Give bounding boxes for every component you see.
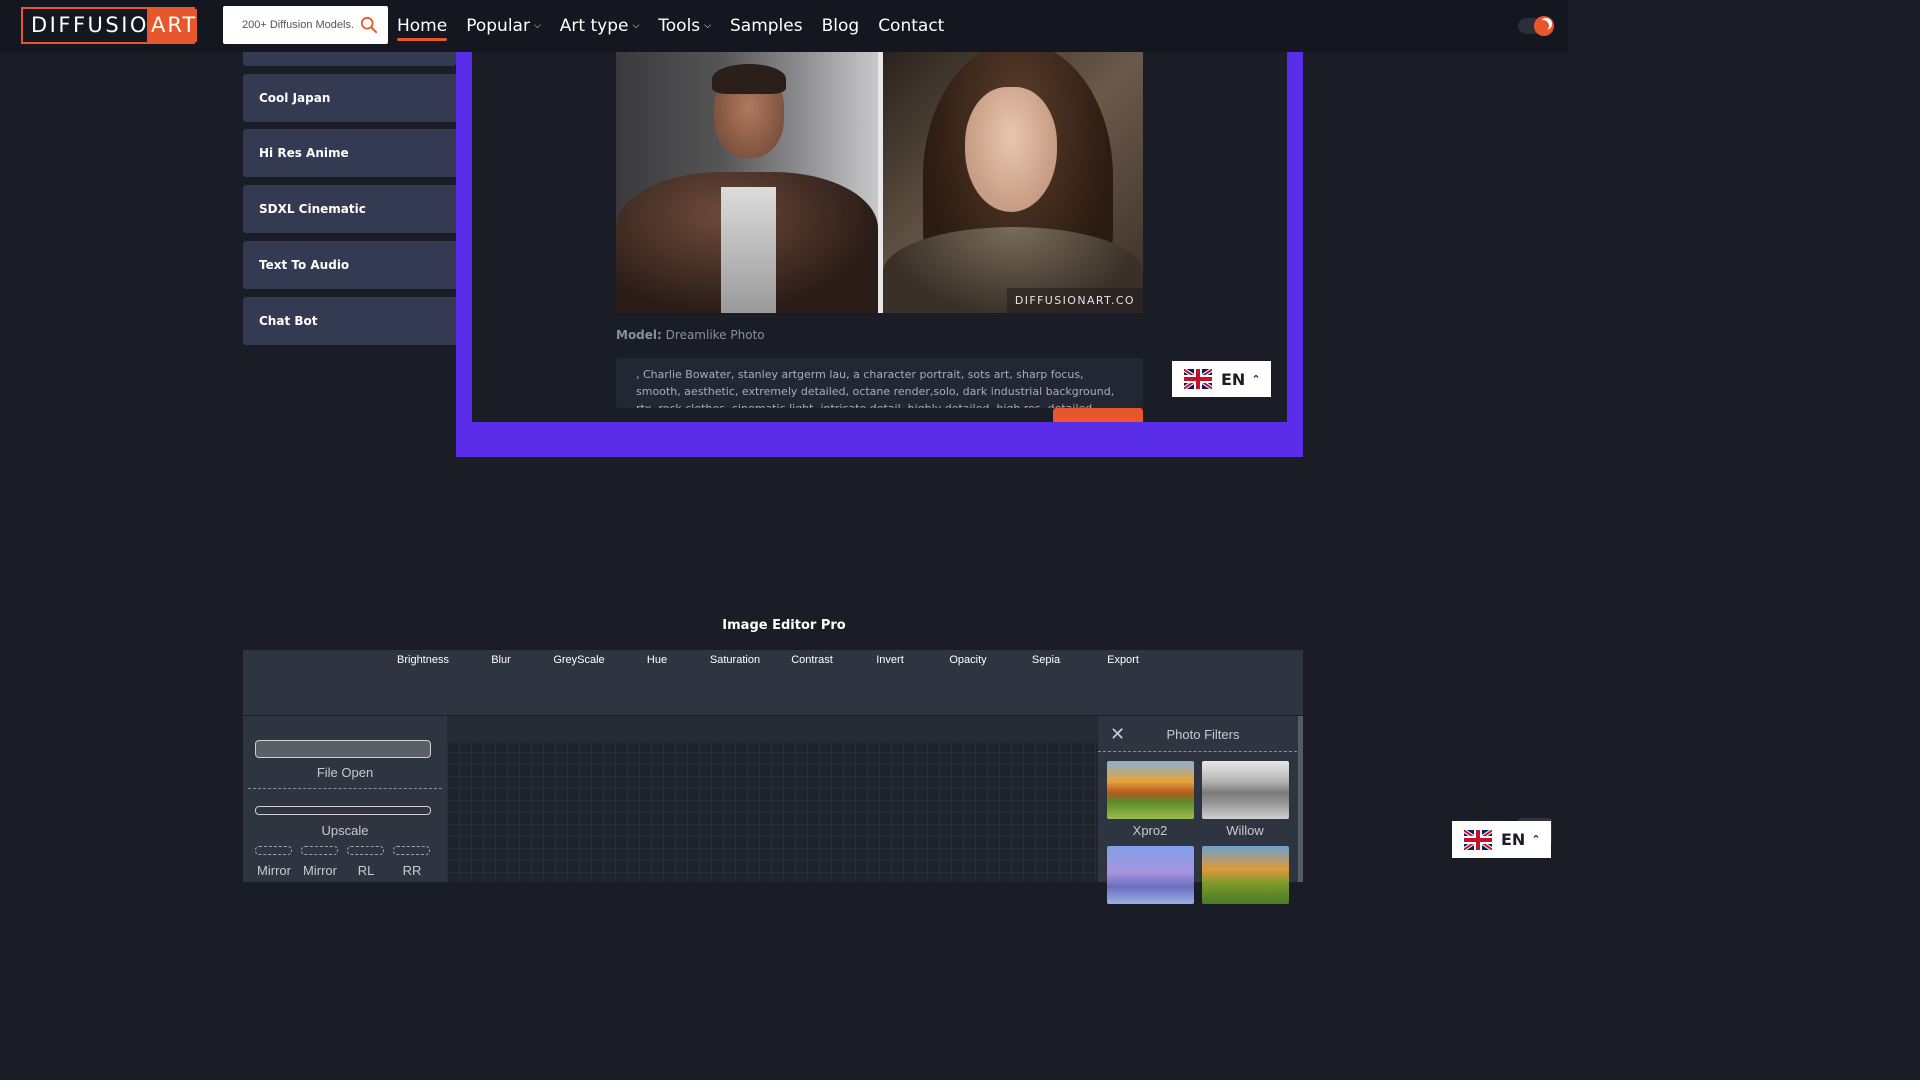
tool-brightness[interactable]: Brightness bbox=[397, 654, 449, 666]
site-logo[interactable]: DIFFUSION ART bbox=[21, 7, 198, 44]
editor-toolbar: Brightness Blur GreyScale Hue Saturation… bbox=[243, 650, 1303, 715]
nav-tools[interactable]: Tools ⌵ bbox=[658, 11, 711, 41]
dark-mode-toggle[interactable] bbox=[1518, 16, 1554, 36]
search-input[interactable] bbox=[223, 6, 353, 44]
upscale-label: Upscale bbox=[321, 823, 369, 838]
language-code: EN bbox=[1501, 830, 1526, 849]
nav-popular-label: Popular bbox=[466, 16, 530, 36]
logo-text-art: ART bbox=[147, 9, 198, 42]
model-search bbox=[223, 6, 388, 44]
floating-language-selector[interactable]: EN ⌃ bbox=[1452, 821, 1551, 858]
chevron-down-icon: ⌵ bbox=[533, 21, 541, 31]
generate-button[interactable] bbox=[1053, 408, 1143, 422]
tool-saturation[interactable]: Saturation bbox=[710, 654, 760, 666]
search-icon[interactable] bbox=[360, 16, 378, 34]
filter-willow-label: Willow bbox=[1226, 823, 1264, 838]
file-open-button[interactable] bbox=[255, 740, 431, 758]
rotate-left-button[interactable] bbox=[347, 846, 384, 855]
filters-scrollbar[interactable] bbox=[1298, 716, 1303, 882]
sidebar-item-sdxl-cinematic[interactable]: SDXL Cinematic bbox=[243, 185, 456, 233]
nav-home[interactable]: Home bbox=[397, 11, 448, 41]
filter-willow-thumbnail[interactable] bbox=[1202, 761, 1289, 819]
main-nav: Home Popular ⌵ Art type ⌵ Tools ⌵ Samples B… bbox=[397, 0, 963, 52]
sidebar-item-partial[interactable] bbox=[243, 52, 456, 66]
navbar: DIFFUSION ART Home Popular⌵ Art type⌵ To… bbox=[0, 0, 1568, 52]
tool-contrast[interactable]: Contrast bbox=[791, 654, 833, 666]
language-code: EN bbox=[1221, 369, 1246, 389]
chevron-up-icon: ⌃ bbox=[1251, 372, 1261, 386]
uk-flag-icon bbox=[1464, 829, 1492, 850]
nav-contact[interactable]: Contact bbox=[878, 11, 944, 41]
mirror-horizontal-button[interactable] bbox=[255, 846, 292, 855]
uk-flag-icon bbox=[1184, 369, 1212, 389]
nav-contact-label: Contact bbox=[878, 16, 945, 36]
nav-home-label: Home bbox=[397, 16, 448, 36]
tool-sepia[interactable]: Sepia bbox=[1032, 654, 1060, 666]
tool-blur[interactable]: Blur bbox=[491, 654, 511, 666]
nav-blog[interactable]: Blog bbox=[822, 11, 860, 41]
upscale-button[interactable] bbox=[255, 806, 431, 815]
sidebar-item-text-to-audio[interactable]: Text To Audio bbox=[243, 241, 456, 289]
close-icon[interactable]: ✕ bbox=[1110, 724, 1125, 745]
model-name: Dreamlike Photo bbox=[665, 328, 765, 342]
chevron-down-icon: ⌵ bbox=[632, 21, 640, 31]
moon-icon bbox=[1540, 18, 1552, 30]
tool-export[interactable]: Export bbox=[1107, 654, 1139, 666]
tool-opacity[interactable]: Opacity bbox=[949, 654, 986, 666]
file-open-label: File Open bbox=[316, 765, 374, 780]
filters-title: Photo Filters bbox=[1166, 727, 1240, 742]
filter-xpro2-label: Xpro2 bbox=[1132, 823, 1168, 838]
sidebar-item-cool-japan[interactable]: Cool Japan bbox=[243, 74, 456, 122]
tool-invert[interactable]: Invert bbox=[876, 654, 904, 666]
rotate-left-label: RL bbox=[357, 863, 375, 878]
sample-image-woman: DIFFUSIONART.CO bbox=[883, 52, 1143, 313]
editor-left-panel: File Open Upscale Mirror Mirror RL RR bbox=[243, 716, 447, 882]
nav-samples[interactable]: Samples bbox=[730, 11, 803, 41]
editor-title: Image Editor Pro bbox=[722, 618, 846, 633]
filter-thumbnail[interactable] bbox=[1107, 846, 1194, 904]
filters-header: ✕ Photo Filters bbox=[1098, 716, 1297, 752]
nav-tools-label: Tools bbox=[658, 16, 701, 36]
mirror-vertical-label: Mirror bbox=[303, 863, 337, 878]
rotate-right-button[interactable] bbox=[393, 846, 430, 855]
toggle-knob bbox=[1534, 16, 1554, 36]
model-caption: Model: Dreamlike Photo bbox=[616, 328, 765, 342]
watermark: DIFFUSIONART.CO bbox=[1006, 288, 1143, 313]
filter-xpro2-thumbnail[interactable] bbox=[1107, 761, 1194, 819]
nav-samples-label: Samples bbox=[730, 16, 803, 36]
divider bbox=[248, 788, 442, 789]
tool-hue[interactable]: Hue bbox=[647, 654, 667, 666]
editor-workspace: File Open Upscale Mirror Mirror RL RR ✕ … bbox=[243, 716, 1303, 904]
canvas-header bbox=[447, 716, 1098, 743]
prompt-textarea[interactable]: , Charlie Bowater, stanley artgerm lau, … bbox=[616, 358, 1143, 408]
sidebar-item-chat-bot[interactable]: Chat Bot bbox=[243, 297, 456, 345]
mirror-vertical-button[interactable] bbox=[301, 846, 338, 855]
sample-image-man bbox=[616, 52, 878, 313]
filter-thumbnail[interactable] bbox=[1202, 846, 1289, 904]
nav-blog-label: Blog bbox=[821, 16, 860, 36]
rotate-right-label: RR bbox=[402, 863, 422, 878]
mirror-horizontal-label: Mirror bbox=[257, 863, 291, 878]
chevron-up-icon: ⌃ bbox=[1531, 833, 1541, 846]
model-label: Model: bbox=[616, 328, 662, 342]
nav-art-type[interactable]: Art type ⌵ bbox=[560, 11, 640, 41]
language-selector[interactable]: EN ⌃ bbox=[1172, 361, 1271, 397]
showcase-panel: DIFFUSIONART.CO Model: Dreamlike Photo ,… bbox=[472, 52, 1287, 422]
nav-popular[interactable]: Popular ⌵ bbox=[466, 11, 541, 41]
tool-greyscale[interactable]: GreyScale bbox=[553, 654, 604, 666]
nav-art-type-label: Art type bbox=[559, 16, 629, 36]
sample-images: DIFFUSIONART.CO bbox=[616, 52, 1143, 313]
chevron-down-icon: ⌵ bbox=[704, 21, 711, 31]
sidebar-item-hi-res-anime[interactable]: Hi Res Anime bbox=[243, 129, 456, 177]
photo-filters-panel: ✕ Photo Filters Xpro2 Willow bbox=[1098, 716, 1303, 904]
logo-text-diffusion: DIFFUSION bbox=[23, 9, 165, 42]
